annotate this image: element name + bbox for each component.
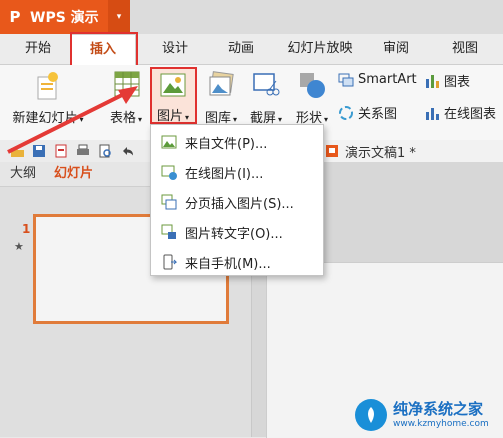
watermark-url: www.kzmyhome.com <box>393 419 489 429</box>
wps-app-button[interactable]: P WPS 演示 <box>0 0 108 34</box>
online-chart-button[interactable]: 在线图表 <box>424 103 496 122</box>
relation-diagram-label: 关系图 <box>358 107 398 122</box>
picture-button-highlight <box>150 67 197 124</box>
shapes-icon <box>300 73 325 98</box>
watermark-logo-icon <box>355 399 387 431</box>
menu-item-label: 图片转文字(O)... <box>185 226 283 242</box>
tab-slideshow[interactable]: 幻灯片放映 <box>282 34 358 64</box>
chart-label: 图表 <box>444 75 471 90</box>
tab-slides[interactable]: 幻灯片 <box>54 162 93 186</box>
screenshot-icon <box>253 73 280 96</box>
online-image-icon <box>161 165 177 180</box>
chevron-down-icon: ▾ <box>324 115 329 124</box>
online-chart-label: 在线图表 <box>444 107 497 122</box>
chevron-down-icon: ▾ <box>278 115 283 124</box>
menu-item-from-file[interactable]: 来自文件(P)... <box>151 127 323 157</box>
picture-dropdown-menu: 来自文件(P)... 在线图片(I)... 分页插入图片(S)... 图片转文字… <box>150 124 324 276</box>
document-title: 演示文稿1 * <box>345 145 416 161</box>
red-arrow-annotation <box>7 86 138 154</box>
insert-tab-highlight <box>70 32 138 68</box>
image-to-text-icon <box>161 224 176 239</box>
tab-design[interactable]: 设计 <box>148 34 202 64</box>
gallery-button[interactable]: 图库 ▾ <box>198 69 244 129</box>
site-watermark: 纯净系统之家 www.kzmyhome.com <box>355 393 503 437</box>
menu-item-label: 在线图片(I)... <box>185 166 264 182</box>
image-file-icon <box>161 135 177 149</box>
menu-item-paged-insert[interactable]: 分页插入图片(S)... <box>151 187 323 217</box>
tab-outline[interactable]: 大纲 <box>10 162 36 186</box>
wps-logo-icon: P <box>9 8 21 26</box>
watermark-title: 纯净系统之家 <box>393 400 484 418</box>
app-name: WPS 演示 <box>30 10 99 26</box>
smartart-button[interactable]: SmartArt <box>338 71 417 87</box>
tab-animation[interactable]: 动画 <box>214 34 268 64</box>
tab-view[interactable]: 视图 <box>438 34 492 64</box>
paged-insert-icon <box>161 194 177 210</box>
menu-item-image-to-text[interactable]: 图片转文字(O)... <box>151 217 323 247</box>
smartart-icon <box>338 73 354 87</box>
tab-review[interactable]: 审阅 <box>368 34 424 64</box>
chart-icon <box>426 74 439 88</box>
menu-item-online-picture[interactable]: 在线图片(I)... <box>151 157 323 187</box>
phone-icon <box>163 254 177 270</box>
menu-item-from-phone[interactable]: 来自手机(M)... <box>151 247 323 277</box>
smartart-label: SmartArt <box>358 71 417 87</box>
menu-item-label: 来自文件(P)... <box>185 136 268 152</box>
relation-diagram-icon <box>339 105 353 120</box>
app-menu-dropdown-button[interactable]: ▾ <box>108 0 130 34</box>
screenshot-button[interactable]: 截屏 ▾ <box>244 69 288 129</box>
gallery-icon <box>209 71 234 96</box>
tab-home[interactable]: 开始 <box>12 34 64 64</box>
presentation-file-icon <box>326 145 338 157</box>
chevron-down-icon: ▾ <box>233 115 238 124</box>
menu-item-label: 来自手机(M)... <box>185 256 271 272</box>
animation-star-icon: ★ <box>14 240 24 253</box>
menu-item-label: 分页插入图片(S)... <box>185 196 294 212</box>
chart-button[interactable]: 图表 <box>424 71 470 90</box>
slide-number: 1 <box>22 222 31 236</box>
online-chart-icon <box>426 107 439 120</box>
document-tab[interactable]: 演示文稿1 * <box>318 140 503 162</box>
shapes-button[interactable]: 形状 ▾ <box>290 69 334 129</box>
relation-diagram-button[interactable]: 关系图 <box>338 103 397 122</box>
